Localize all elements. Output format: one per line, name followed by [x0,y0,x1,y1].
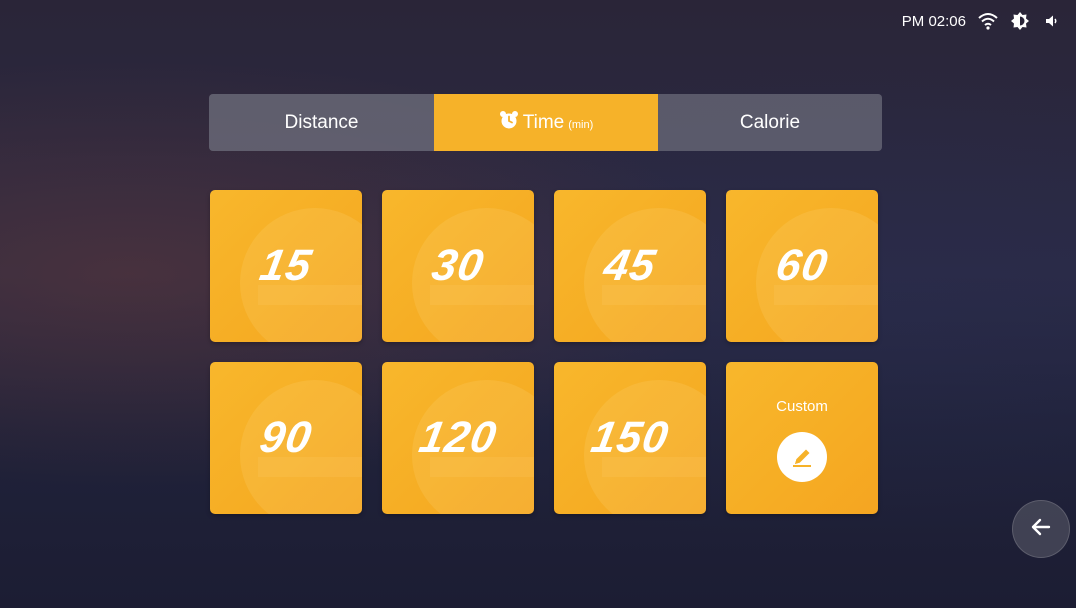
time-option-60[interactable]: 60 [726,190,878,342]
wifi-icon [978,11,998,31]
time-option-150[interactable]: 150 [554,362,706,514]
custom-label: Custom [776,398,828,415]
time-option-value: 120 [415,413,501,462]
tab-time-unit: (min) [568,119,594,131]
brightness-icon [1010,11,1030,31]
time-option-120[interactable]: 120 [382,362,534,514]
time-option-value: 60 [772,241,832,290]
time-option-value: 90 [256,413,316,462]
arrow-left-icon [1029,515,1053,544]
tab-calorie-label: Calorie [739,111,801,133]
volume-icon [1042,11,1062,31]
time-goal-screen: PM 02:06 Distance Time (min) Calorie 15 … [0,0,1076,608]
back-button[interactable] [1012,500,1070,558]
tab-distance[interactable]: Distance [209,94,434,151]
time-option-value: 45 [600,241,660,290]
tab-distance-label: Distance [284,111,359,133]
tab-time-label: Time [522,111,565,133]
goal-type-tabs: Distance Time (min) Calorie [209,94,882,151]
tab-calorie[interactable]: Calorie [658,94,882,151]
time-option-45[interactable]: 45 [554,190,706,342]
time-option-custom[interactable]: Custom [726,362,878,514]
time-option-value: 15 [256,241,316,290]
time-option-15[interactable]: 15 [210,190,362,342]
time-option-value: 30 [428,241,488,290]
time-option-value: 150 [587,413,673,462]
alarm-clock-icon [499,110,519,136]
edit-pencil-icon [777,432,827,482]
status-bar: PM 02:06 [902,10,1062,32]
tab-time[interactable]: Time (min) [434,94,658,151]
time-option-30[interactable]: 30 [382,190,534,342]
time-option-90[interactable]: 90 [210,362,362,514]
status-time: PM 02:06 [901,12,966,30]
